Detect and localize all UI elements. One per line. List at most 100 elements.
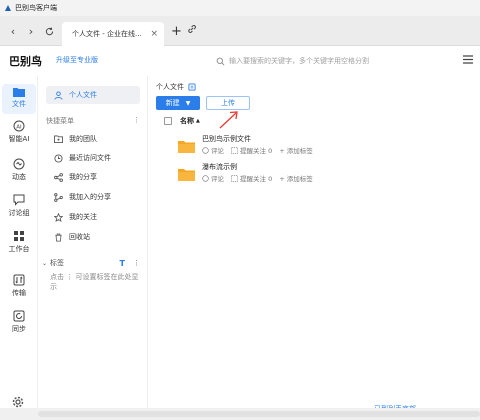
comment-icon <box>202 174 209 182</box>
breadcrumb-item[interactable]: 个人文件 <box>156 82 184 92</box>
window-title: 巴别鸟客户端 <box>15 4 57 12</box>
rail-label: 同步 <box>12 325 26 333</box>
rail-item-chat[interactable]: 讨论组 <box>2 194 36 218</box>
new-button-label: 新建 <box>165 99 180 107</box>
breadcrumb: 个人文件 <box>156 82 196 92</box>
sync-icon <box>13 310 25 322</box>
search-bar <box>216 52 456 70</box>
add-tab-icon[interactable]: + <box>171 24 182 39</box>
remind-label: 提醒关注 0 <box>240 175 273 183</box>
svg-text:AI: AI <box>16 124 22 130</box>
upload-button[interactable]: 上传 <box>206 96 250 110</box>
tag-type-icon[interactable]: T <box>120 259 125 268</box>
file-actions: 评论 提醒关注 0 + 添加标签 <box>202 173 320 183</box>
remind-action[interactable]: 提醒关注 0 <box>231 173 272 183</box>
sidebar-item-label: 最近访问文件 <box>69 154 111 162</box>
clock-icon <box>54 153 63 163</box>
remind-icon <box>231 174 238 182</box>
search-input[interactable] <box>229 57 449 65</box>
share-icon <box>54 172 63 182</box>
copy-path-icon[interactable] <box>188 83 196 91</box>
window-titlebar: 巴别鸟客户端 <box>0 0 480 16</box>
select-all-checkbox[interactable] <box>164 117 172 125</box>
sidebar-item-joined-shares[interactable]: 我加入的分享 <box>54 192 111 202</box>
close-icon[interactable]: × <box>150 29 158 39</box>
tags-header: ⌄ 标签 T ⋮ <box>42 258 140 268</box>
rail-item-transfer[interactable]: 传输 <box>2 274 36 298</box>
chat-icon <box>13 194 25 206</box>
sidebar-item-follows[interactable]: 我的关注 <box>54 212 97 222</box>
remind-label: 提醒关注 0 <box>240 147 273 155</box>
sidebar-item-label: 我的关注 <box>69 213 97 221</box>
add-tag-action[interactable]: + 添加标签 <box>279 173 313 183</box>
remind-icon <box>231 146 238 154</box>
new-button[interactable]: 新建 ▼ <box>156 96 200 110</box>
app-header: 巴别鸟 升级至专业版 <box>0 46 480 76</box>
chevron-down-icon[interactable]: ⌄ <box>42 260 47 267</box>
rail-item-sync[interactable]: 同步 <box>2 310 36 334</box>
sidebar-item-team[interactable]: 我的团队 <box>54 134 97 144</box>
sidebar-item-label: 回收站 <box>69 233 90 241</box>
back-icon[interactable]: ‹ <box>6 24 20 38</box>
sidebar-item-recent[interactable]: 最近访问文件 <box>54 153 111 163</box>
more-icon[interactable]: ⋮ <box>133 259 140 267</box>
rail-item-activity[interactable]: 动态 <box>2 158 36 182</box>
comment-action[interactable]: 评论 <box>202 145 224 155</box>
sort-asc-icon: ▲ <box>196 118 200 124</box>
app-logo-icon <box>5 5 11 11</box>
column-name-label: 名称 <box>180 117 194 125</box>
ai-icon: AI <box>13 120 25 132</box>
file-row[interactable]: 瀑布流示例 评论 提醒关注 0 + 添加标签 <box>178 162 378 190</box>
remind-action[interactable]: 提醒关注 0 <box>231 145 272 155</box>
folder-icon <box>13 88 25 97</box>
sidebar-item-personal[interactable]: 个人文件 <box>46 86 140 104</box>
joined-share-icon <box>54 192 63 202</box>
tab-bar: ‹ › 个人文件 - 企业在线... × + <box>0 16 480 46</box>
rail-label: 动态 <box>12 173 26 181</box>
rail-label: 工作台 <box>8 245 30 253</box>
rail-item-ai[interactable]: AI 智能AI <box>2 120 36 144</box>
transfer-icon <box>13 274 25 286</box>
left-rail: 文件 AI 智能AI 动态 讨论组 工作台 传输 同步 <box>0 76 38 420</box>
upload-button-label: 上传 <box>221 99 235 107</box>
column-header-name[interactable]: 名称 ▲ <box>164 116 200 126</box>
sidebar-item-label: 我的团队 <box>69 135 97 143</box>
tags-description: 点击 ⋮ 可设置标签在此处显示 <box>50 273 139 291</box>
menu-icon[interactable] <box>463 55 473 66</box>
refresh-icon[interactable] <box>42 24 56 38</box>
activity-icon <box>13 158 25 170</box>
pointer-arrow-icon <box>219 111 238 129</box>
star-icon <box>54 212 63 222</box>
user-icon <box>54 90 63 100</box>
search-icon <box>216 57 225 65</box>
folder-icon <box>178 169 195 181</box>
sidebar-item-label: 我加入的分享 <box>69 193 111 201</box>
sidebar-item-my-shares[interactable]: 我的分享 <box>54 172 97 182</box>
file-row[interactable]: 巴别鸟示例文件 评论 提醒关注 0 + 添加标签 <box>178 134 378 162</box>
forward-icon[interactable]: › <box>24 24 38 38</box>
comment-action[interactable]: 评论 <box>202 173 224 183</box>
rail-label: 讨论组 <box>8 209 30 217</box>
file-name[interactable]: 巴别鸟示例文件 <box>202 134 251 144</box>
rail-label: 智能AI <box>8 135 30 143</box>
add-tag-action[interactable]: + 添加标签 <box>279 145 313 155</box>
file-name[interactable]: 瀑布流示例 <box>202 162 237 172</box>
file-list-panel: 个人文件 新建 ▼ 上传 名称 ▲ 巴别鸟示例文件 评论 提醒关注 0 + 添加… <box>148 76 480 420</box>
folder-icon <box>178 141 195 153</box>
upgrade-link[interactable]: 升级至专业版 <box>56 55 98 65</box>
rail-item-workbench[interactable]: 工作台 <box>2 230 36 254</box>
rail-label: 文件 <box>12 100 26 108</box>
horizontal-scrollbar[interactable] <box>0 408 480 420</box>
comment-label: 评论 <box>211 175 224 183</box>
link-icon[interactable] <box>187 24 197 36</box>
folder-sidebar: 个人文件 快捷菜单 ⋮ 我的团队 最近访问文件 我的分享 我加入的分享 我的关注… <box>38 76 148 420</box>
rail-item-files[interactable]: 文件 <box>2 84 36 114</box>
browser-tab[interactable]: 个人文件 - 企业在线... × <box>62 22 164 46</box>
tags-title: 标签 <box>50 259 65 267</box>
scrollbar-thumb[interactable] <box>38 411 480 417</box>
brand-logo: 巴别鸟 <box>9 55 42 68</box>
comment-label: 评论 <box>211 147 224 155</box>
more-icon[interactable]: ⋮ <box>133 116 140 126</box>
sidebar-personal-label: 个人文件 <box>69 91 97 99</box>
sidebar-item-recycle[interactable]: 回收站 <box>54 232 90 242</box>
